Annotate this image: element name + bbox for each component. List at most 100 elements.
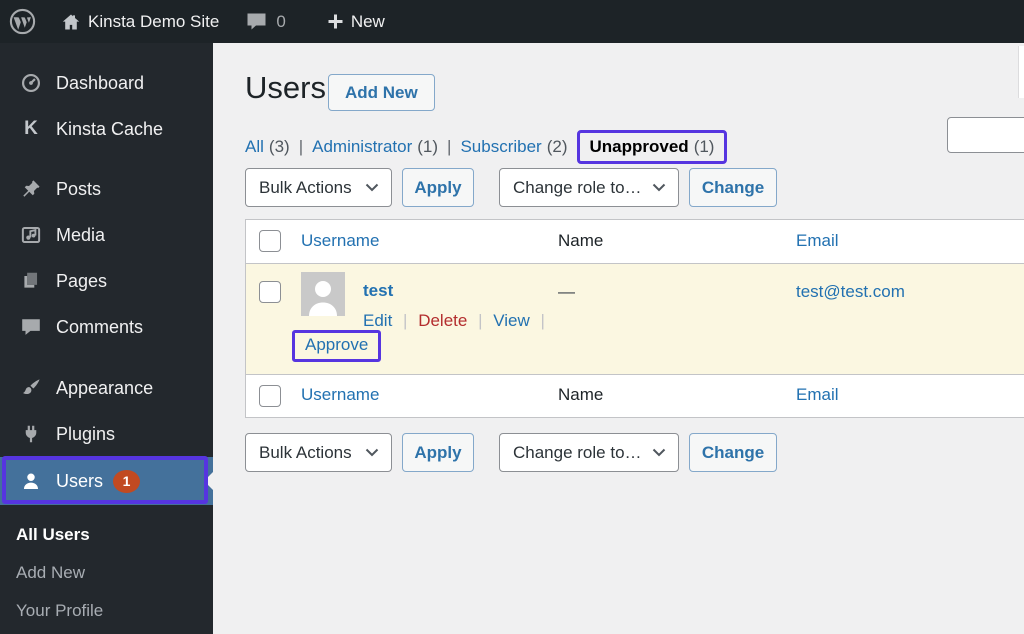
column-footer-username[interactable]: Username [301,385,379,405]
main-content: Users Add New All (3) | Administrator (1) … [213,43,1024,634]
bulk-actions-select-top[interactable]: Bulk Actions [245,168,392,207]
filter-unapproved-annotated[interactable]: Unapproved (1) [576,130,728,164]
users-table: Username Name Email test Edit | Delete |… [245,219,1024,418]
chevron-down-icon [365,448,379,457]
change-button-top[interactable]: Change [689,168,777,207]
row-checkbox[interactable] [259,281,281,303]
pushpin-icon [19,177,43,201]
apply-button-top[interactable]: Apply [402,168,474,207]
screen-options-tab-partial[interactable] [1018,46,1024,98]
filter-label: Subscriber [460,137,542,156]
table-footer-row: Username Name Email [246,374,1024,417]
wordpress-logo-icon[interactable] [9,8,36,35]
comments-bubble-icon[interactable] [246,12,267,31]
filter-all[interactable]: All (3) [245,137,290,157]
users-submenu: All Users Add New Your Profile [0,505,213,630]
submenu-label: Add New [16,563,85,582]
user-row-test: test Edit | Delete | View | Approve — te… [246,264,1024,374]
annotation-box-approve: Approve [292,330,382,362]
submenu-item-add-new[interactable]: Add New [0,554,213,592]
change-role-select-bottom[interactable]: Change role to… [499,433,679,472]
email-link[interactable]: test@test.com [796,282,905,301]
edit-link[interactable]: Edit [363,311,392,330]
dashboard-gauge-icon [19,71,43,95]
submenu-label: Your Profile [16,601,104,620]
media-icon [19,223,43,247]
page-title: Users [245,70,326,105]
username-link[interactable]: test [363,281,393,301]
sidebar-item-label: Posts [56,178,102,199]
sidebar-item-label: Comments [56,316,144,337]
sidebar-item-comments[interactable]: Comments [0,304,213,350]
comment-bubble-icon [19,315,43,339]
delete-link[interactable]: Delete [418,311,467,330]
select-value: Change role to… [513,442,642,462]
admin-bar-site-name[interactable]: Kinsta Demo Site [88,12,219,32]
plus-icon[interactable] [327,13,344,30]
email-cell: test@test.com [796,282,905,302]
sidebar-item-users[interactable]: Users 1 [0,457,213,505]
filter-count: (1) [417,137,439,156]
submenu-label: All Users [16,525,90,544]
user-role-filters: All (3) | Administrator (1) | Subscriber (2… [245,130,728,164]
select-value: Bulk Actions [259,177,352,197]
filter-separator: | [298,137,304,156]
admin-sidebar: Dashboard K Kinsta Cache Posts Media Pag… [0,43,213,634]
select-all-checkbox-bottom[interactable] [259,385,281,407]
select-value: Change role to… [513,177,642,197]
change-button-bottom[interactable]: Change [689,433,777,472]
sidebar-item-label: Users [56,470,104,491]
filter-count: (2) [546,137,568,156]
sidebar-item-label: Dashboard [56,72,145,93]
sidebar-item-label: Media [56,224,106,245]
avatar [301,272,345,316]
filter-count: (1) [693,137,715,156]
approve-link[interactable]: Approve [305,335,368,354]
sidebar-item-label: Pages [56,270,108,291]
sidebar-item-dashboard[interactable]: Dashboard [0,60,213,106]
row-actions: Edit | Delete | View | [363,311,551,331]
search-users-input[interactable] [947,117,1024,153]
filter-subscriber[interactable]: Subscriber (2) [460,137,567,157]
users-person-icon [19,469,43,493]
home-icon[interactable] [61,12,81,32]
chevron-down-icon [652,183,666,192]
kinsta-k-icon: K [24,118,38,139]
add-new-button[interactable]: Add New [328,74,435,111]
filter-administrator[interactable]: Administrator (1) [312,137,438,157]
column-header-email[interactable]: Email [796,231,839,251]
sidebar-item-pages[interactable]: Pages [0,258,213,304]
select-value: Bulk Actions [259,442,352,462]
sidebar-item-posts[interactable]: Posts [0,166,213,212]
filter-separator: | [447,137,452,156]
chevron-down-icon [652,448,666,457]
filter-label: Unapproved [589,137,689,156]
sidebar-item-appearance[interactable]: Appearance [0,365,213,411]
action-separator: | [540,311,545,330]
sidebar-item-label: Kinsta Cache [56,118,164,139]
change-role-select-top[interactable]: Change role to… [499,168,679,207]
column-footer-name: Name [558,385,604,404]
sidebar-item-plugins[interactable]: Plugins [0,411,213,457]
sidebar-item-label: Appearance [56,377,154,398]
bulk-actions-select-bottom[interactable]: Bulk Actions [245,433,392,472]
paintbrush-icon [19,376,43,400]
sidebar-item-label: Plugins [56,423,116,444]
admin-bar-comments-count[interactable]: 0 [276,12,285,32]
column-footer-email[interactable]: Email [796,385,839,405]
plug-icon [19,422,43,446]
table-header-row: Username Name Email [246,220,1024,264]
submenu-item-your-profile[interactable]: Your Profile [0,592,213,630]
select-all-checkbox-top[interactable] [259,230,281,252]
name-cell: — [558,282,575,301]
sidebar-item-media[interactable]: Media [0,212,213,258]
admin-bar-new-label[interactable]: New [351,12,385,32]
admin-bar: Kinsta Demo Site 0 New [0,0,1024,43]
filter-count: (3) [268,137,290,156]
submenu-item-all-users[interactable]: All Users [0,516,213,554]
apply-button-bottom[interactable]: Apply [402,433,474,472]
view-link[interactable]: View [493,311,530,330]
sidebar-item-kinsta-cache[interactable]: K Kinsta Cache [0,106,213,152]
column-header-username[interactable]: Username [301,231,379,251]
action-separator: | [403,311,408,330]
